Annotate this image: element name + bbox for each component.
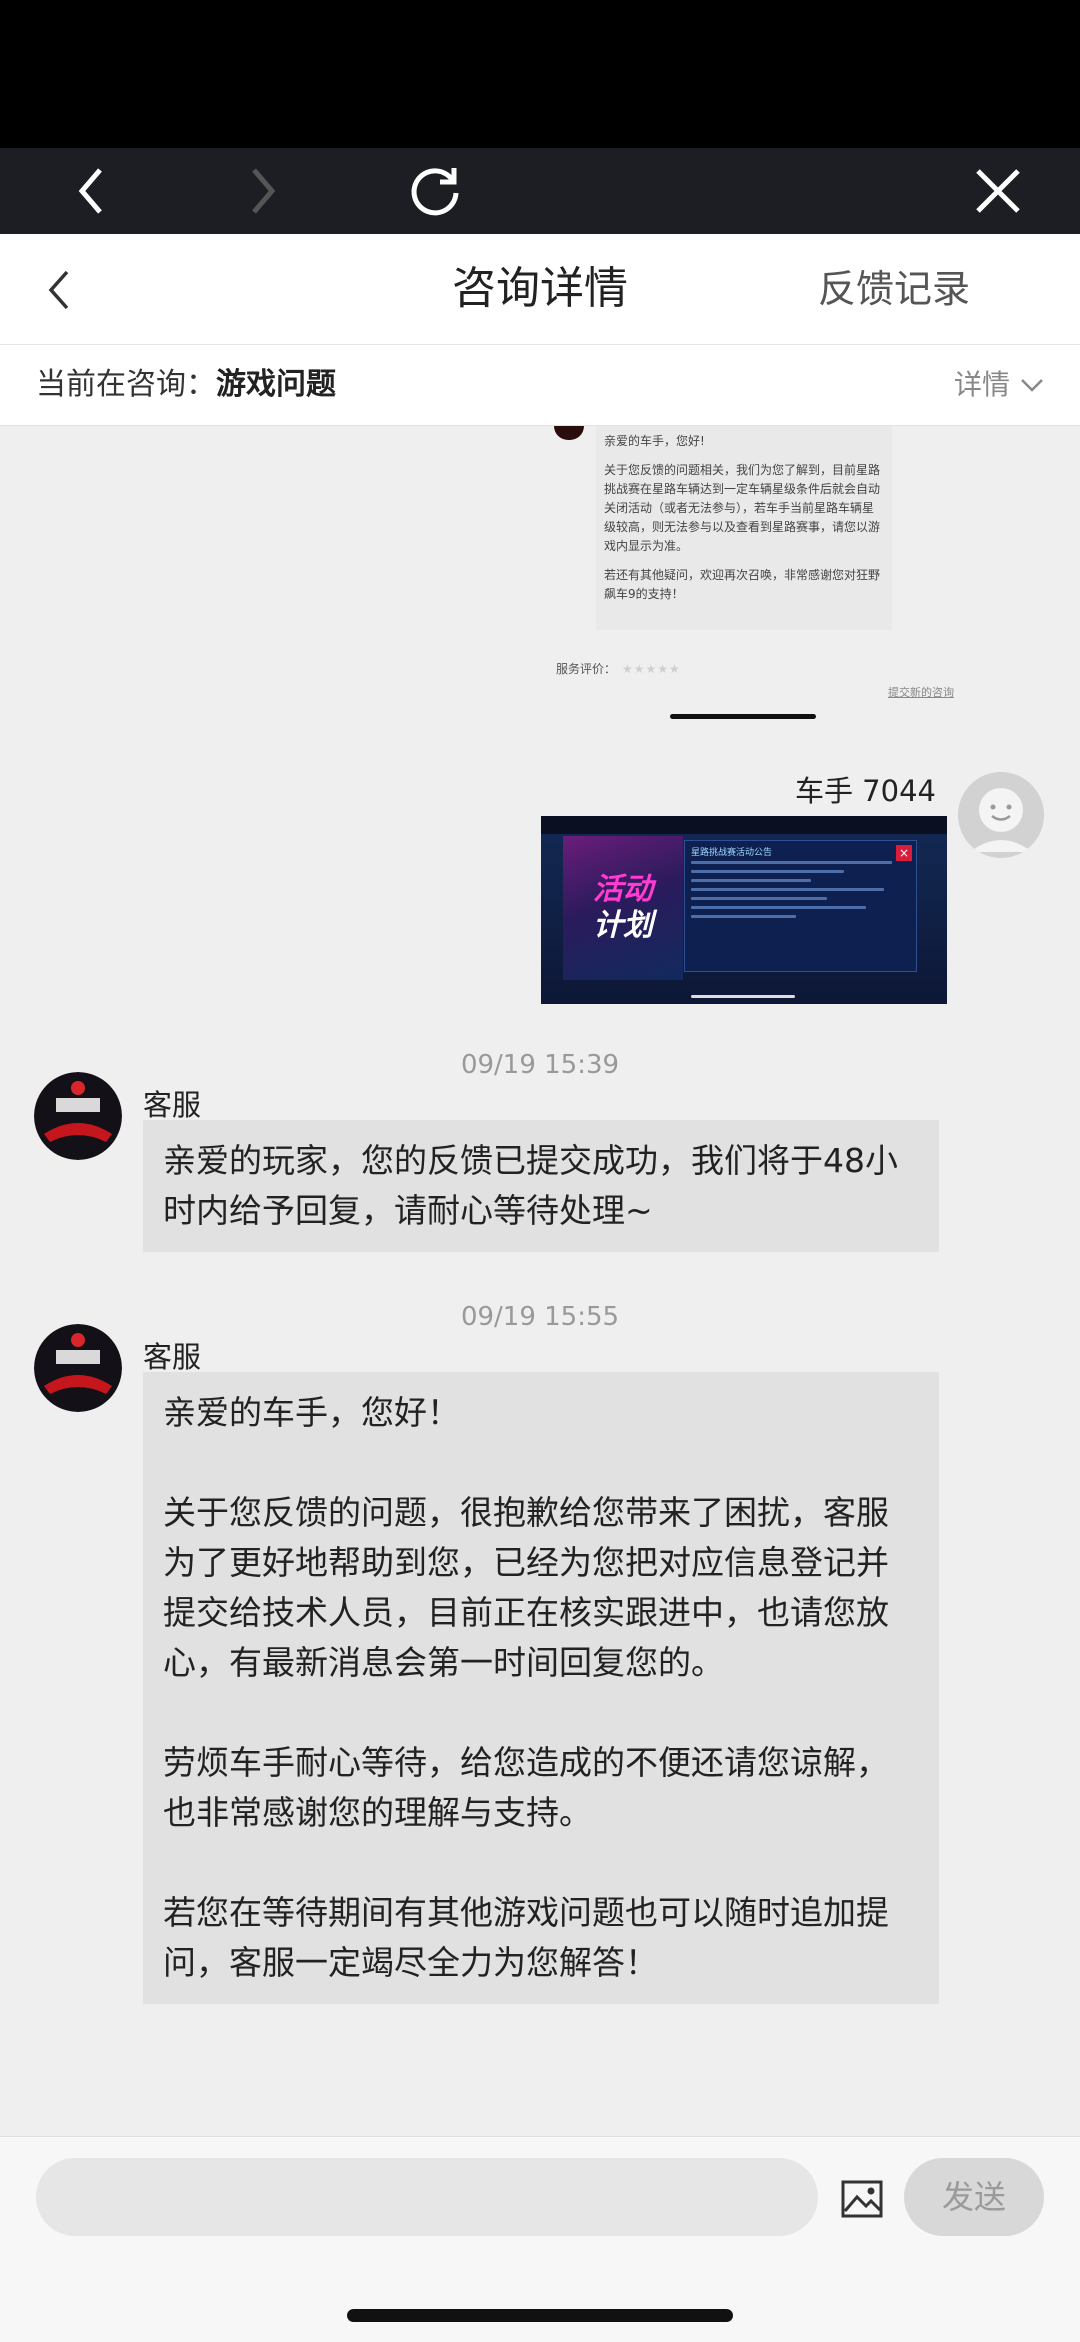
event-art: 活动 计划: [563, 836, 683, 980]
chat-area[interactable]: 亲爱的车手，您好! 关于您反馈的问题相关，我们为您了解到，目前星路挑战赛在星路车…: [0, 426, 1080, 2136]
mini-rating: 服务评价： ★★★★★: [556, 660, 681, 677]
mini-chat-bubble: 亲爱的车手，您好! 关于您反馈的问题相关，我们为您了解到，目前星路挑战赛在星路车…: [596, 426, 892, 630]
close-icon: ×: [896, 845, 912, 861]
announcement-panel: 星路挑战赛活动公告 ×: [684, 840, 917, 972]
chevron-right-icon: [252, 168, 276, 214]
user-name: 车手 7044: [794, 774, 936, 808]
support-message: 亲爱的玩家，您的反馈已提交成功，我们将于48小时内给予回复，请耐心等待处理~: [143, 1120, 939, 1252]
send-button[interactable]: 发送: [904, 2158, 1044, 2236]
close-icon: [976, 169, 1020, 213]
mini-rating-label: 服务评价：: [556, 662, 617, 676]
mini-home-indicator: [670, 714, 816, 719]
message-timestamp: 09/19 15:39: [460, 1050, 620, 1080]
announcement-title: 星路挑战赛活动公告: [691, 848, 773, 858]
message-paragraph: 关于您反馈的问题，很抱歉给您带来了困扰，客服为了更好地帮助到您，已经为您把对应信…: [163, 1493, 889, 1682]
status-bar: [0, 0, 1080, 148]
feedback-record-link[interactable]: 反馈记录: [818, 234, 970, 344]
sender-name: 客服: [143, 1088, 202, 1122]
details-toggle[interactable]: 详情: [954, 345, 1044, 425]
browser-toolbar: [0, 148, 1080, 234]
game-hud: [541, 816, 947, 834]
mini-new-consult-link: 提交新的咨询: [888, 686, 954, 699]
star-rating-icon: ★★★★★: [622, 662, 681, 676]
chevron-down-icon: [1021, 379, 1043, 392]
message-paragraph: 亲爱的车手，您好！: [163, 1393, 460, 1432]
mini-avatar: [554, 426, 584, 440]
prior-screenshot-image[interactable]: 亲爱的车手，您好! 关于您反馈的问题相关，我们为您了解到，目前星路挑战赛在星路车…: [520, 426, 954, 726]
message-input[interactable]: [36, 2158, 818, 2236]
image-icon: [841, 2180, 883, 2218]
browser-reload-button[interactable]: [385, 148, 485, 234]
chevron-left-icon: [78, 168, 102, 214]
topic-label-text: 当前在咨询：: [36, 367, 216, 402]
message-timestamp: 09/19 15:55: [460, 1302, 620, 1332]
game-logo-icon: [34, 1072, 122, 1160]
reload-icon: [411, 168, 459, 216]
message-paragraph: 劳烦车手耐心等待，给您造成的不便还请您谅解，也非常感谢您的理解与支持。: [163, 1743, 889, 1832]
support-message: 亲爱的车手，您好！ 关于您反馈的问题，很抱歉给您带来了困扰，客服为了更好地帮助到…: [143, 1372, 939, 2004]
event-art-line2: 计划: [593, 908, 653, 943]
home-indicator: [347, 2309, 733, 2322]
topic-bar: 当前在咨询：游戏问题 详情: [0, 345, 1080, 426]
announcement-text-lines: [691, 861, 910, 924]
mini-greeting: 亲爱的车手，您好!: [604, 434, 705, 448]
event-art-line1: 活动: [593, 872, 653, 907]
support-avatar: [34, 1072, 122, 1160]
avatar[interactable]: [958, 772, 1044, 858]
message-paragraph: 亲爱的玩家，您的反馈已提交成功，我们将于48小时内给予回复，请耐心等待处理~: [163, 1141, 898, 1230]
message-paragraph: 若您在等待期间有其他游戏问题也可以随时追加提问，客服一定竭尽全力为您解答！: [163, 1893, 889, 1982]
game-logo-icon: [34, 1324, 122, 1412]
mini-closing: 若还有其他疑问，欢迎再次召唤，非常感谢您对狂野飙车9的支持！: [604, 568, 881, 601]
default-avatar-icon: [958, 772, 1044, 858]
details-label: 详情: [953, 368, 1010, 401]
title-bar: 咨询详情 反馈记录: [0, 234, 1080, 345]
topic-value: 游戏问题: [216, 367, 336, 402]
mini-body: 关于您反馈的问题相关，我们为您了解到，目前星路挑战赛在星路车辆达到一定车辆星级条…: [604, 463, 881, 553]
browser-close-button[interactable]: [948, 148, 1048, 234]
sender-name: 客服: [143, 1340, 202, 1374]
support-avatar: [34, 1324, 122, 1412]
topic-label: 当前在咨询：游戏问题: [36, 345, 336, 425]
user-sent-image[interactable]: 活动 计划 星路挑战赛活动公告 ×: [541, 816, 947, 1004]
image-home-indicator: [691, 995, 795, 998]
image-upload-button[interactable]: [840, 2177, 884, 2221]
browser-forward-button[interactable]: [212, 148, 312, 234]
browser-back-button[interactable]: [42, 148, 142, 234]
